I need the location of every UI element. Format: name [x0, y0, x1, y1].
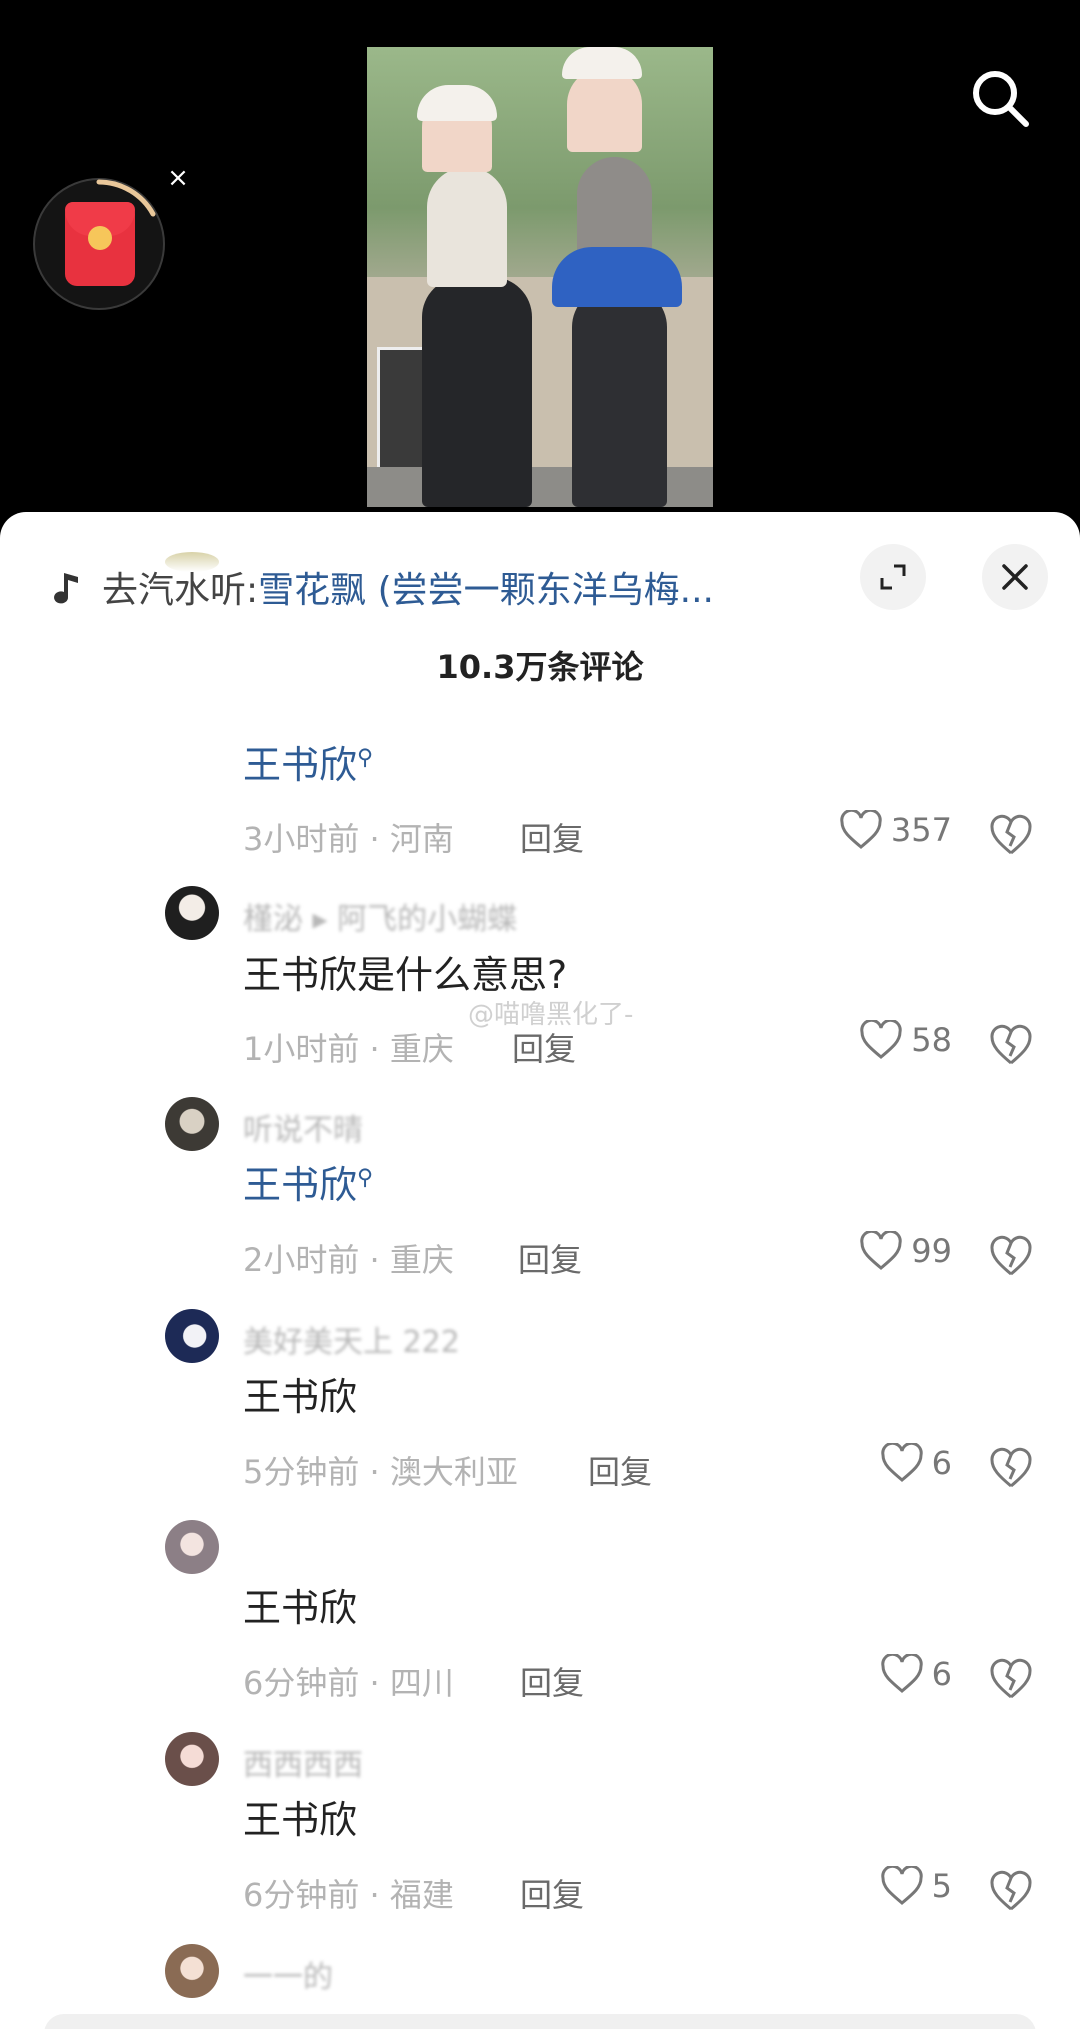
music-note-icon [54, 573, 78, 604]
comment-text: 王书欣 [243, 1798, 358, 1842]
like-button[interactable]: 357 [839, 810, 952, 850]
comments-sheet: 去汽水听: 雪花飘 (尝尝一颗东洋乌梅... 10.3万条评论 王书欣⚲ 3小时… [0, 512, 1080, 2029]
broken-heart-icon[interactable] [988, 1445, 1034, 1491]
heart-icon [860, 1020, 902, 1059]
reply-button[interactable]: 回复 [518, 1235, 582, 1281]
comment-text: 王书欣 [243, 1375, 358, 1419]
search-hint-icon: ⚲ [357, 1165, 374, 1191]
like-button[interactable]: 99 [859, 1231, 952, 1271]
comment-meta: 3小时前 · 河南 [243, 820, 454, 858]
close-icon[interactable]: × [166, 165, 190, 191]
thumb-figure-right-head [567, 67, 642, 152]
comment-username[interactable]: 一一的 [243, 1952, 333, 1996]
comment-meta: 6分钟前 · 福建 [243, 1876, 454, 1914]
avatar[interactable] [165, 1520, 219, 1574]
expand-icon [880, 564, 906, 590]
thumb-figure-left-body [427, 167, 507, 287]
like-button[interactable]: 58 [859, 1020, 952, 1060]
comment-meta: 2小时前 · 重庆 [243, 1241, 454, 1279]
like-count: 5 [931, 1867, 952, 1905]
expand-button[interactable] [860, 544, 926, 610]
broken-heart-icon[interactable] [988, 1233, 1034, 1279]
thumb-figure-left-legs [422, 277, 532, 507]
like-count: 99 [911, 1232, 952, 1270]
comment-meta: 6分钟前 · 四川 [243, 1664, 454, 1702]
close-sheet-button[interactable] [982, 544, 1048, 610]
like-count: 6 [931, 1655, 952, 1693]
reply-button[interactable]: 回复 [512, 1024, 576, 1070]
comment-input-bar[interactable] [44, 2014, 1036, 2029]
broken-heart-icon[interactable] [988, 1656, 1034, 1702]
music-song-title: 雪花飘 (尝尝一颗东洋乌梅... [258, 570, 714, 611]
heart-icon [840, 810, 882, 849]
avatar[interactable] [165, 1097, 219, 1151]
close-icon [1002, 564, 1028, 590]
comment-meta: 1小时前 · 重庆 [243, 1030, 454, 1068]
search-button[interactable] [968, 66, 1032, 130]
broken-heart-icon[interactable] [988, 1022, 1034, 1068]
video-thumbnail[interactable] [367, 47, 713, 507]
comment-username[interactable]: 听说不晴 [243, 1105, 363, 1149]
broken-heart-icon[interactable] [988, 812, 1034, 858]
heart-icon [880, 1866, 923, 1905]
avatar[interactable] [165, 1309, 219, 1363]
heart-icon [860, 1231, 902, 1270]
comment-meta: 5分钟前 · 澳大利亚 [243, 1453, 518, 1491]
avatar[interactable] [165, 1732, 219, 1786]
comment-username[interactable]: 西西西西 [243, 1740, 363, 1784]
reply-button[interactable]: 回复 [588, 1447, 652, 1493]
comment-username[interactable]: 槿泌 ▸ 阿飞的小蝴蝶 [243, 894, 517, 938]
video-area: × [0, 0, 1080, 520]
like-button[interactable]: 6 [880, 1443, 952, 1483]
comment-text: 王书欣 [243, 1586, 358, 1630]
broken-heart-icon[interactable] [988, 1868, 1034, 1914]
comments-count: 10.3万条评论 [436, 648, 644, 686]
heart-icon [880, 1654, 923, 1693]
like-button[interactable]: 5 [880, 1866, 952, 1906]
thumb-figure-left-cap [417, 85, 497, 121]
red-packet-icon [65, 202, 135, 286]
like-count: 58 [911, 1021, 952, 1059]
reply-button[interactable]: 回复 [520, 1870, 584, 1916]
reply-button[interactable]: 回复 [520, 1658, 584, 1704]
avatar[interactable] [165, 1944, 219, 1998]
thumb-figure-right-legs [572, 287, 667, 507]
search-icon [973, 71, 1029, 127]
thumb-figure-right-cap [562, 47, 642, 79]
comment-username[interactable]: 美好美天上 222 [243, 1317, 460, 1361]
heart-icon [880, 1443, 923, 1482]
avatar[interactable] [165, 552, 219, 572]
search-hint-icon: ⚲ [357, 745, 374, 771]
like-count: 6 [931, 1444, 952, 1482]
avatar[interactable] [165, 886, 219, 940]
red-packet-widget[interactable] [33, 178, 165, 310]
comment-text[interactable]: 王书欣⚲ [243, 734, 373, 789]
like-count: 357 [890, 811, 952, 849]
comment-text[interactable]: 王书欣⚲ [243, 1154, 373, 1209]
like-button[interactable]: 6 [880, 1654, 952, 1694]
reply-button[interactable]: 回复 [520, 814, 584, 860]
comment-text: 王书欣是什么意思? [243, 953, 568, 997]
thumb-figure-right-jacket [552, 247, 682, 307]
